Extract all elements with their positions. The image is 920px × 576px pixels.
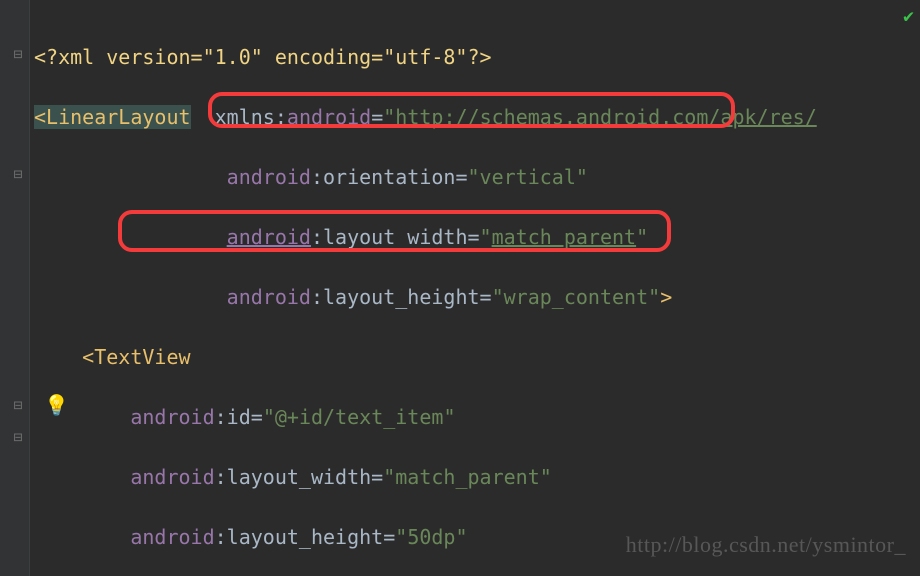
fold-toggle-icon[interactable]: ⊟: [12, 168, 24, 180]
code-line[interactable]: android:id="@+id/text_item": [34, 402, 920, 432]
code-line[interactable]: android:layout_width="match_parent": [34, 222, 920, 252]
xml-declaration: <?xml version="1.0" encoding="utf-8"?>: [34, 45, 492, 69]
code-line[interactable]: <LinearLayout xmlns:android="http://sche…: [34, 102, 920, 132]
code-line[interactable]: <TextView: [34, 342, 920, 372]
gutter: [0, 0, 30, 576]
fold-toggle-icon[interactable]: ⊟: [12, 48, 24, 60]
code-line[interactable]: android:layout_width="match_parent": [34, 462, 920, 492]
watermark: http://blog.csdn.net/ysmintor_: [626, 532, 906, 558]
code-editor[interactable]: <?xml version="1.0" encoding="utf-8"?> <…: [30, 0, 920, 576]
code-line[interactable]: android:layout_height="wrap_content">: [34, 282, 920, 312]
fold-toggle-icon[interactable]: ⊟: [12, 431, 24, 443]
fold-toggle-icon[interactable]: ⊟: [12, 399, 24, 411]
code-line[interactable]: android:orientation="vertical": [34, 162, 920, 192]
code-line[interactable]: <?xml version="1.0" encoding="utf-8"?>: [34, 42, 920, 72]
